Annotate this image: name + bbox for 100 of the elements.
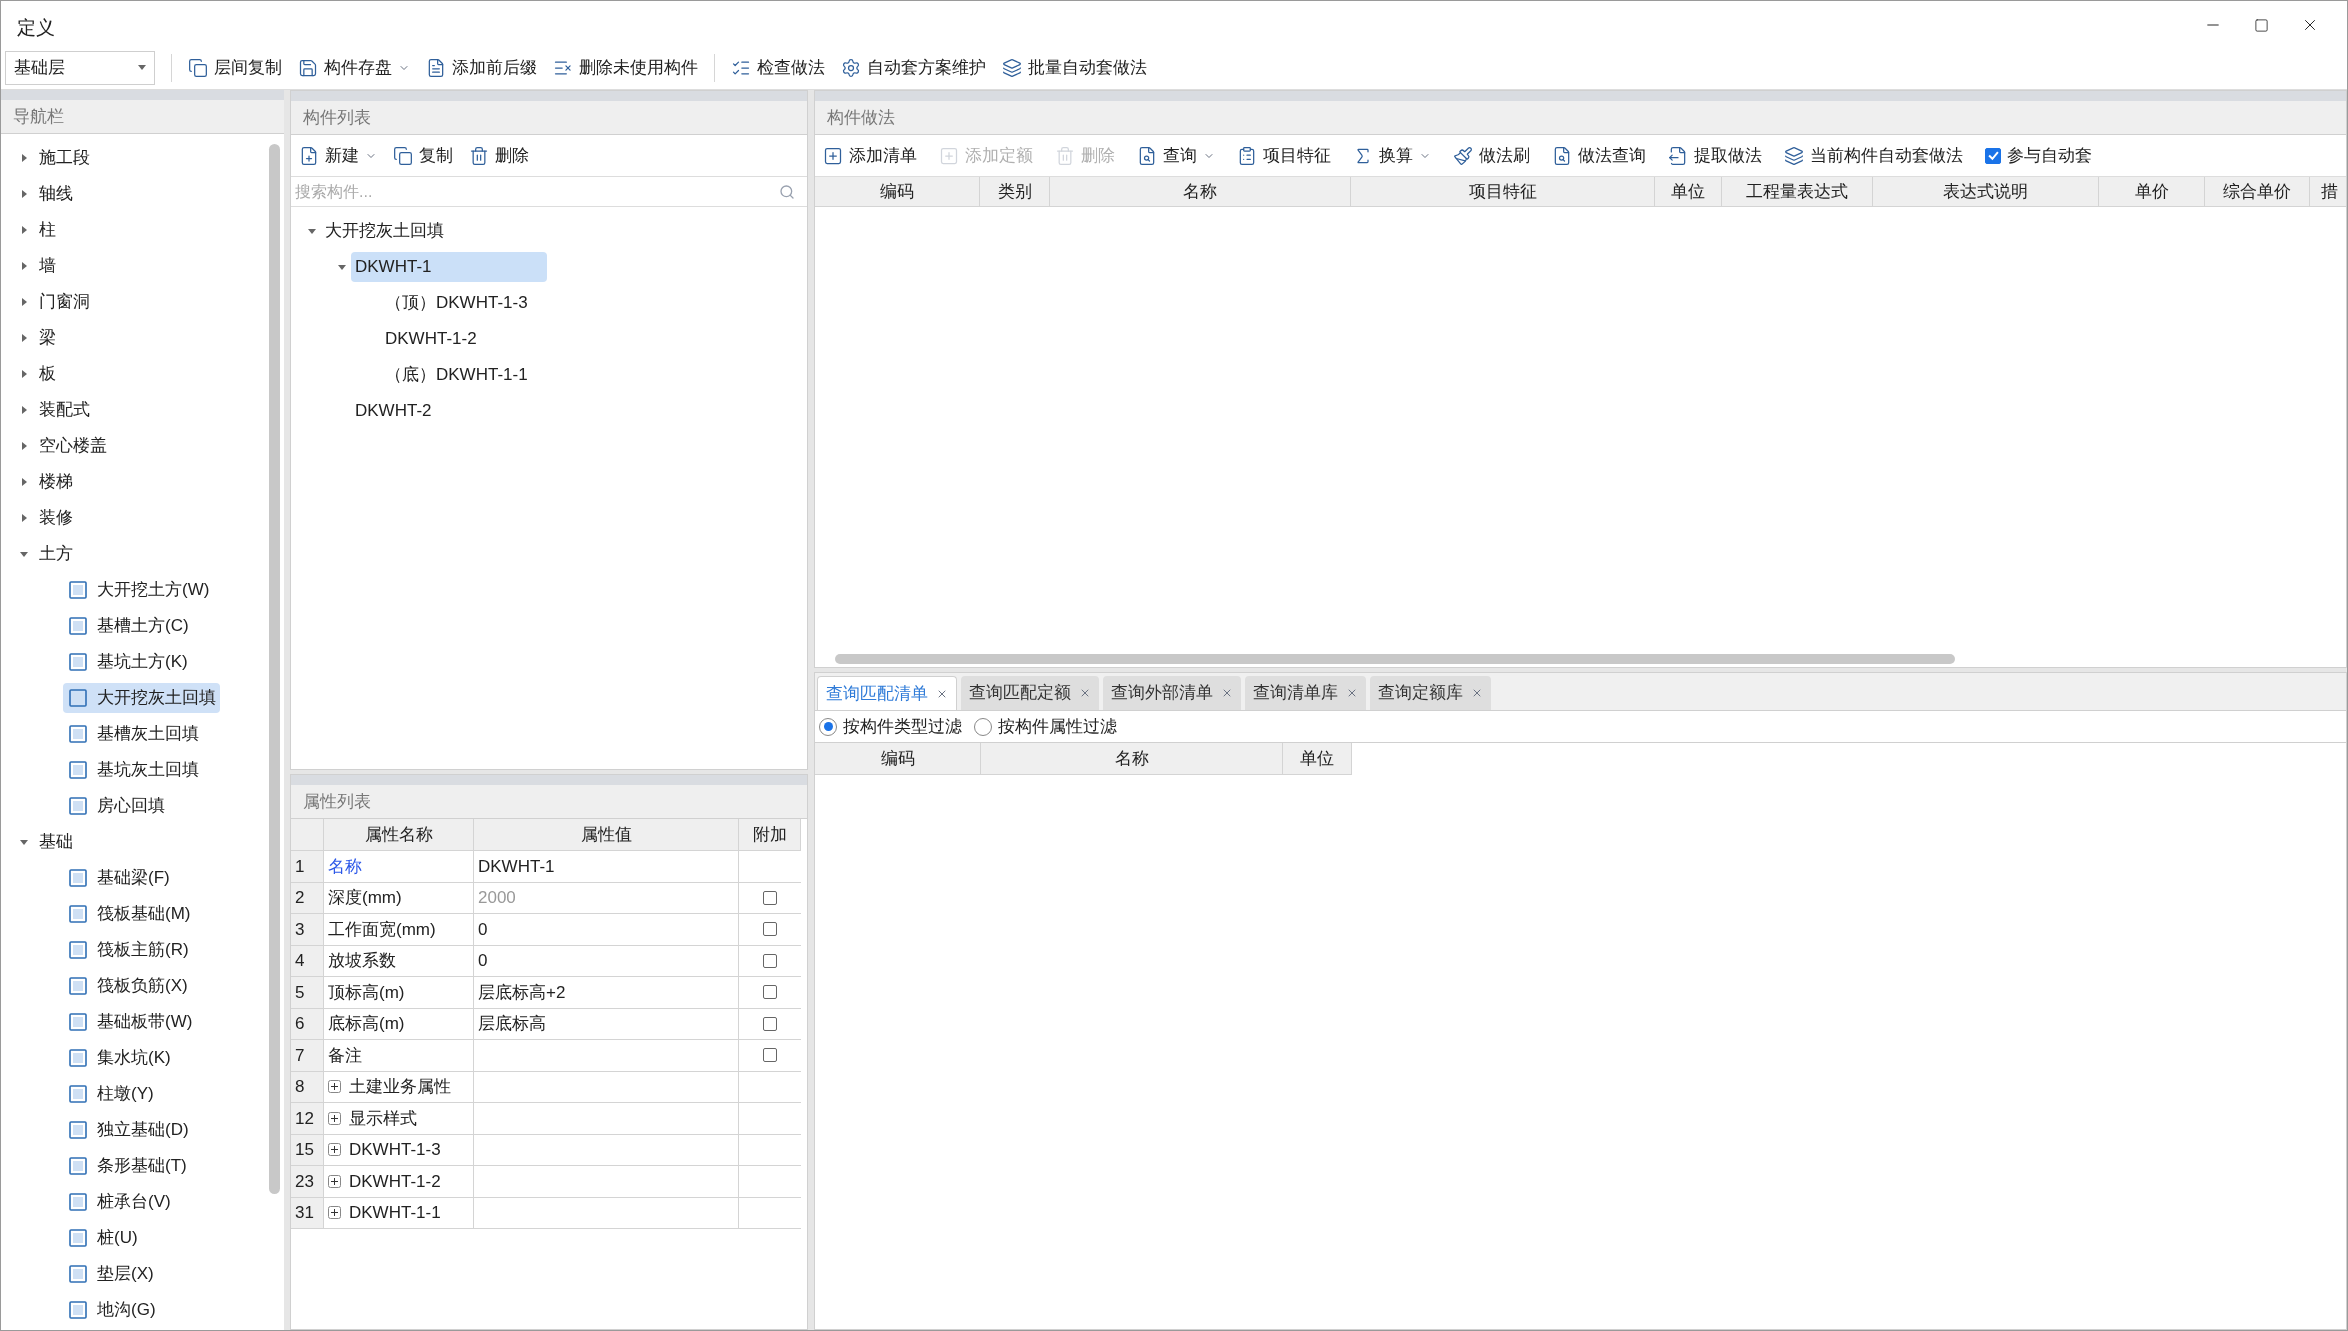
caret-right-icon[interactable] [19,369,29,379]
nav-item-label[interactable]: 基础 [39,829,73,855]
property-value[interactable]: 层底标高 [474,1008,739,1040]
toolbar-button[interactable]: 检查做法 [731,50,825,85]
checkbox[interactable] [763,985,777,1000]
nav-item[interactable]: 施工段 [1,140,269,176]
expand-icon[interactable] [328,1174,341,1188]
nav-subitem[interactable]: 筏板主筋(R) [63,935,193,965]
nav-item-label[interactable]: 土方 [39,541,73,567]
tab[interactable]: 查询清单库 [1245,676,1366,710]
nav-item[interactable]: 墙 [1,248,269,284]
caret-down-icon[interactable] [19,549,29,559]
nav-item-label[interactable]: 施工段 [39,145,90,171]
expand-icon[interactable] [328,1080,341,1094]
tree-item[interactable]: （顶）DKWHT-1-3 [381,288,532,318]
toolbar-button[interactable]: 新建 [299,139,377,172]
nav-subitem[interactable]: 基坑灰土回填 [63,755,203,785]
nav-item-label[interactable]: 装配式 [39,397,90,423]
toolbar-button[interactable]: 项目特征 [1237,139,1331,172]
nav-subitem[interactable]: 桩承台(V) [63,1187,175,1217]
nav-subitem[interactable]: 房心回填 [63,791,169,821]
checkbox[interactable] [763,922,777,937]
checkbox[interactable] [1985,147,2001,164]
nav-item-label[interactable]: 柱 [39,217,56,243]
toolbar-button[interactable]: 添加清单 [823,139,917,172]
nav-item[interactable]: 空心楼盖 [1,428,269,464]
expand-icon[interactable] [328,1143,341,1157]
nav-item[interactable]: 楼梯 [1,464,269,500]
expand-icon[interactable] [328,1206,341,1220]
scrollbar[interactable] [269,144,280,1194]
nav-item[interactable]: 门窗洞 [1,284,269,320]
property-value[interactable]: DKWHT-1 [474,851,739,883]
tree-item[interactable]: （底）DKWHT-1-1 [381,360,532,390]
caret-right-icon[interactable] [19,513,29,523]
caret-right-icon[interactable] [19,441,29,451]
nav-item-label[interactable]: 板 [39,361,56,387]
checkbox[interactable] [763,953,777,968]
radio[interactable] [974,717,992,736]
nav-item-label[interactable]: 装修 [39,505,73,531]
auto-match-checkbox[interactable]: 参与自动套 [1985,142,2092,169]
nav-item[interactable]: 土方 [1,536,269,572]
nav-item[interactable]: 梁 [1,320,269,356]
tab[interactable]: 查询匹配定额 [961,676,1099,710]
nav-item[interactable]: 板 [1,356,269,392]
toolbar-button[interactable]: 自动套方案维护 [841,50,986,85]
nav-subitem[interactable]: 筏板负筋(X) [63,971,192,1001]
tab[interactable]: 查询外部清单 [1103,676,1241,710]
scrollbar[interactable] [835,654,1955,664]
tree-item[interactable]: DKWHT-1-2 [381,324,481,354]
checkbox[interactable] [763,1048,777,1063]
radio[interactable] [819,717,837,736]
tree-item[interactable]: 大开挖灰土回填 [321,216,448,246]
nav-item[interactable]: 装修 [1,500,269,536]
property-value[interactable]: 0 [474,914,739,946]
toolbar-button[interactable]: 做法刷 [1453,139,1530,172]
nav-item[interactable]: 基础 [1,824,269,860]
expand-icon[interactable] [328,1111,341,1125]
nav-subitem[interactable]: 基坑土方(K) [63,647,192,677]
caret-right-icon[interactable] [19,297,29,307]
checkbox[interactable] [763,1016,777,1031]
caret-down-icon[interactable] [307,226,317,236]
nav-subitem[interactable]: 大开挖灰土回填 [63,683,220,713]
toolbar-button[interactable]: 查询 [1137,139,1215,172]
nav-subitem[interactable]: 筏板基础(M) [63,899,195,929]
toolbar-button[interactable]: 删除未使用构件 [553,50,698,85]
nav-subitem[interactable]: 桩(U) [63,1223,142,1253]
toolbar-button[interactable]: 层间复制 [188,50,282,85]
caret-right-icon[interactable] [19,333,29,343]
search-field[interactable]: 搜索构件... [295,179,779,204]
filter-radio[interactable]: 按构件属性过滤 [974,713,1117,740]
nav-item-label[interactable]: 楼梯 [39,469,73,495]
caret-right-icon[interactable] [19,189,29,199]
filter-radio[interactable]: 按构件类型过滤 [819,713,962,740]
tree-item[interactable]: DKWHT-1 [351,252,547,282]
toolbar-button[interactable]: 复制 [393,139,453,172]
toolbar-button[interactable]: 构件存盘 [298,50,410,85]
caret-right-icon[interactable] [19,405,29,415]
toolbar-button[interactable]: 换算 [1353,139,1431,172]
search-icon[interactable] [779,183,795,200]
caret-right-icon[interactable] [19,477,29,487]
nav-item[interactable]: 柱 [1,212,269,248]
nav-subitem[interactable]: 集水坑(K) [63,1043,175,1073]
caret-right-icon[interactable] [19,261,29,271]
toolbar-button[interactable]: 批量自动套做法 [1002,50,1147,85]
nav-subitem[interactable]: 独立基础(D) [63,1115,193,1145]
nav-subitem[interactable]: 大开挖土方(W) [63,575,214,605]
nav-subitem[interactable]: 基础梁(F) [63,863,174,893]
nav-item-label[interactable]: 门窗洞 [39,289,90,315]
nav-item-label[interactable]: 墙 [39,253,56,279]
toolbar-button[interactable]: 删除 [469,139,529,172]
nav-subitem[interactable]: 基槽灰土回填 [63,719,203,749]
nav-item[interactable]: 轴线 [1,176,269,212]
toolbar-button[interactable]: 添加前后缀 [426,50,537,85]
toolbar-button[interactable]: 做法查询 [1552,139,1646,172]
toolbar-button[interactable]: 提取做法 [1668,139,1762,172]
tab[interactable]: 查询定额库 [1370,676,1491,710]
property-value[interactable]: 0 [474,945,739,977]
nav-item-label[interactable]: 梁 [39,325,56,351]
tab[interactable]: 查询匹配清单 [817,676,957,710]
nav-item-label[interactable]: 空心楼盖 [39,433,107,459]
